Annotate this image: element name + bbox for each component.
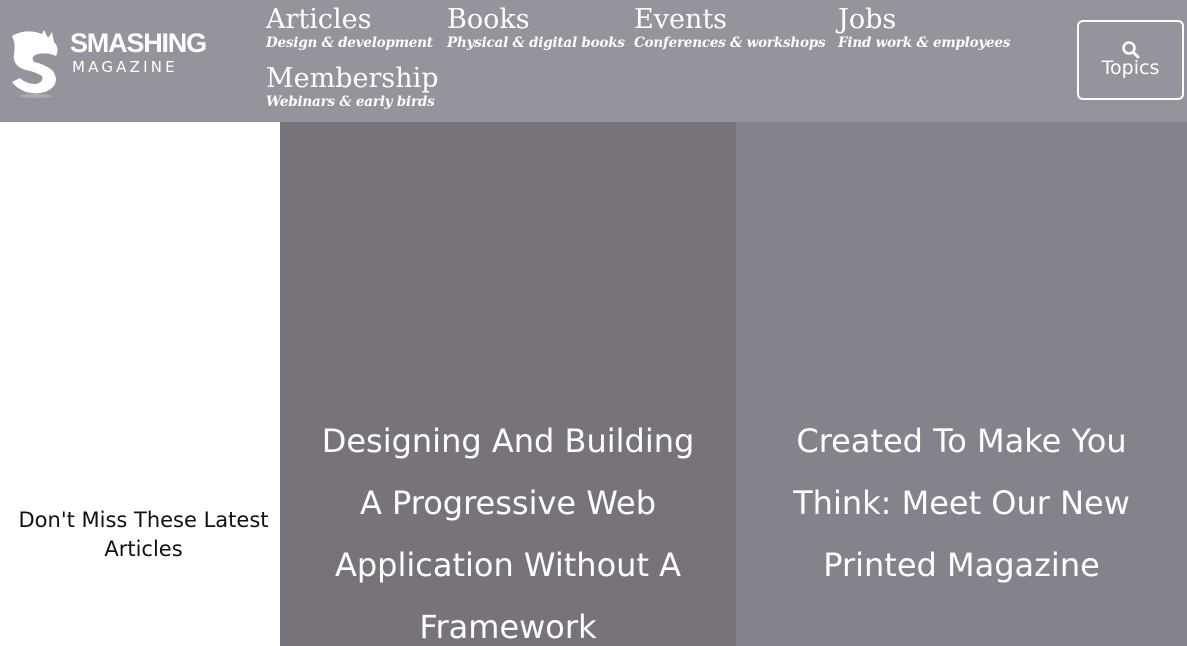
- logo-subtitle: MAGAZINE: [72, 58, 178, 76]
- latest-articles-heading: Don't Miss These Latest Articles: [18, 508, 269, 561]
- article-card[interactable]: Designing And Building A Progressive Web…: [280, 122, 736, 646]
- nav-title: Events: [634, 4, 728, 35]
- featured-section: Don't Miss These Latest Articles Designi…: [0, 122, 1187, 646]
- nav-title: Jobs: [838, 4, 897, 35]
- nav-title: Articles: [266, 4, 372, 35]
- article-card[interactable]: Created To Make You Think: Meet Our New …: [736, 122, 1187, 646]
- nav-subtitle: Webinars & early birds: [266, 94, 435, 110]
- nav-item-books[interactable]: Books Physical & digital books: [447, 5, 625, 52]
- article-card-title: Created To Make You Think: Meet Our New …: [793, 422, 1130, 584]
- nav-subtitle: Design & development: [266, 35, 433, 51]
- smashing-logo[interactable]: SMASHING MAGAZINE: [8, 24, 228, 100]
- nav-title: Books: [447, 4, 530, 35]
- smashing-cat-logo-icon: [12, 30, 58, 98]
- topics-label: Topics: [1101, 57, 1160, 79]
- article-card-title: Designing And Building A Progressive Web…: [321, 422, 695, 646]
- nav-item-jobs[interactable]: Jobs Find work & employees: [838, 5, 1010, 52]
- site-header: SMASHING MAGAZINE Articles Design & deve…: [0, 0, 1187, 122]
- nav-item-membership[interactable]: Membership Webinars & early birds: [266, 64, 439, 111]
- nav-item-events[interactable]: Events Conferences & workshops: [634, 4, 826, 52]
- logo-wordmark: SMASHING: [70, 28, 207, 58]
- nav-title: Membership: [266, 63, 439, 94]
- topics-button[interactable]: Topics: [1077, 20, 1184, 100]
- nav-subtitle: Conferences & workshops: [634, 35, 826, 51]
- nav-subtitle: Physical & digital books: [447, 35, 625, 51]
- nav-item-articles[interactable]: Articles Design & development: [266, 5, 433, 52]
- nav-subtitle: Find work & employees: [838, 35, 1011, 51]
